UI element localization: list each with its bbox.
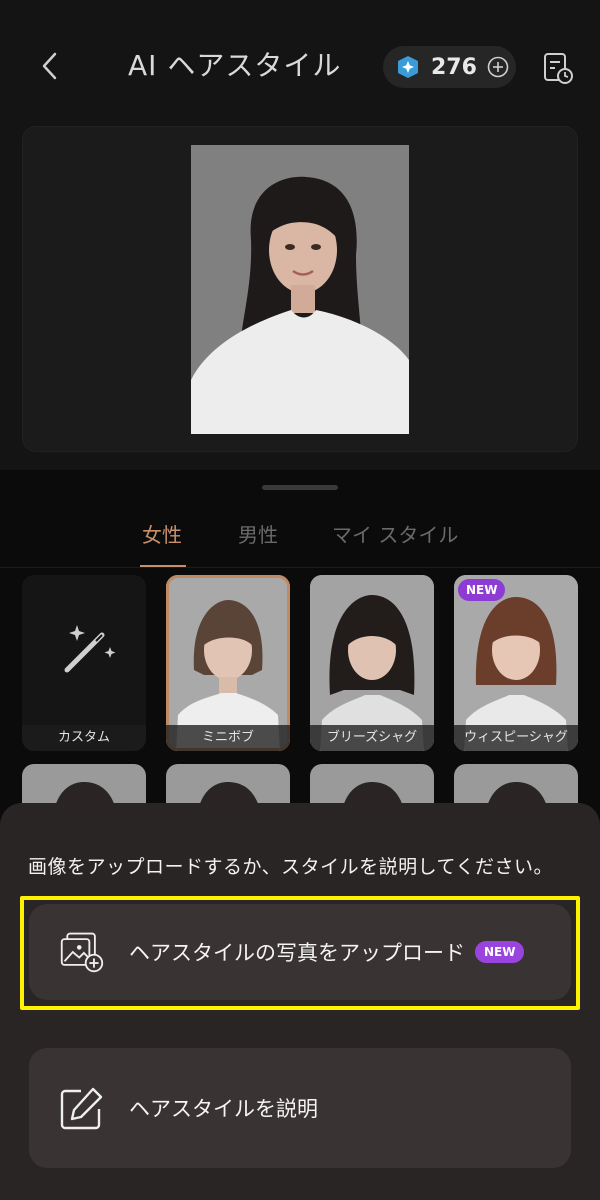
- divider: [0, 567, 600, 568]
- credit-gem-icon: [398, 56, 418, 78]
- new-badge: NEW: [458, 579, 506, 601]
- style-label: ミニボブ: [166, 725, 290, 751]
- tab-male[interactable]: 男性: [238, 515, 278, 555]
- credits-badge[interactable]: 276: [383, 46, 516, 88]
- tab-female[interactable]: 女性: [142, 515, 182, 555]
- style-tile-custom[interactable]: カスタム: [22, 575, 146, 751]
- history-icon: [544, 53, 573, 84]
- style-tile-breeze-shag[interactable]: ブリーズシャグ: [310, 575, 434, 751]
- add-circle-icon[interactable]: [487, 56, 509, 78]
- category-tabs: 女性 男性 マイ スタイル: [0, 515, 600, 568]
- style-label: ブリーズシャグ: [310, 725, 434, 751]
- style-label: カスタム: [22, 725, 146, 751]
- back-button[interactable]: [30, 46, 70, 86]
- edit-icon: [59, 1085, 105, 1131]
- chevron-left-icon: [42, 52, 57, 80]
- app-screen: AI ヘアスタイル 276 女性 男性 マイ スタイル カスタム ミニボブ ブリ…: [0, 0, 600, 1200]
- magic-wand-icon: [64, 625, 116, 673]
- tab-my-style[interactable]: マイ スタイル: [332, 515, 458, 555]
- history-button[interactable]: [538, 48, 578, 88]
- sheet-prompt: 画像をアップロードするか、スタイルを説明してください。: [28, 856, 553, 878]
- describe-label: ヘアスタイルを説明: [129, 1097, 318, 1121]
- page-title: AI ヘアスタイル: [128, 49, 342, 82]
- style-tile-mini-bob[interactable]: ミニボブ: [166, 575, 290, 751]
- portrait-photo: [191, 145, 409, 434]
- drag-handle[interactable]: [262, 485, 338, 490]
- style-tile-wispy-shag[interactable]: NEW ウィスピーシャグ: [454, 575, 578, 751]
- credits-count: 276: [431, 54, 477, 80]
- highlight-box: [20, 896, 580, 1010]
- style-label: ウィスピーシャグ: [454, 725, 578, 751]
- describe-hairstyle-button[interactable]: ヘアスタイルを説明: [29, 1048, 571, 1168]
